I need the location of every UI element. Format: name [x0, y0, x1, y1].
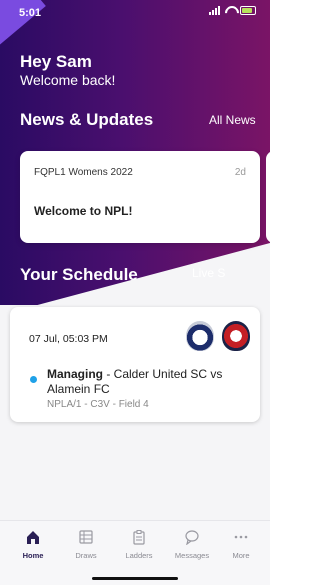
draws-icon — [59, 529, 113, 547]
schedule-section-title: Your Schedule — [20, 265, 138, 284]
tab-draws-label: Draws — [75, 551, 97, 560]
news-card-headline: Welcome to NPL! — [34, 204, 133, 218]
wifi-icon — [224, 6, 236, 15]
tab-more[interactable]: More — [214, 529, 268, 560]
greeting-title: Hey Sam — [20, 52, 92, 71]
match-summary: Managing - Calder United SC vs Alamein F… — [47, 367, 223, 396]
tab-messages-label: Messages — [174, 551, 210, 560]
home-team-crest-icon — [186, 321, 214, 351]
live-scores-link[interactable]: Live S — [192, 266, 270, 278]
home-icon — [6, 529, 60, 547]
news-card-category: FQPL1 Womens 2022 — [34, 167, 133, 178]
tab-home-label: Home — [22, 551, 44, 560]
status-dot-icon — [30, 376, 37, 383]
home-indicator[interactable] — [92, 577, 178, 580]
signal-icon — [209, 6, 220, 15]
tab-more-label: More — [232, 551, 250, 560]
status-time: 5:01 — [19, 7, 42, 19]
news-section-title: News & Updates — [20, 110, 154, 129]
more-icon — [214, 529, 268, 547]
ladders-icon — [112, 529, 166, 547]
status-icons — [209, 6, 256, 15]
all-news-link[interactable]: All News — [209, 113, 256, 127]
news-card-age: 2d — [234, 167, 246, 178]
status-bar: 5:01 — [0, 0, 270, 28]
match-details: NPLA/1 - C3V - Field 4 — [47, 399, 149, 410]
battery-icon — [240, 6, 256, 15]
greeting: Hey Sam Welcome back! — [20, 52, 115, 89]
match-role: Managing — [47, 367, 103, 381]
away-team-crest-icon — [222, 321, 250, 351]
tab-ladders[interactable]: Ladders — [112, 529, 166, 560]
messages-icon — [165, 529, 219, 547]
news-card[interactable]: FQPL1 Womens 2022 2d Welcome to NPL! — [20, 151, 260, 243]
news-card-next[interactable] — [266, 151, 270, 243]
tab-messages[interactable]: Messages — [165, 529, 219, 560]
app-screen: 5:01 Hey Sam Welcome back! News & Update… — [0, 0, 270, 585]
tab-ladders-label: Ladders — [125, 551, 153, 560]
tab-home[interactable]: Home — [6, 529, 60, 560]
greeting-subtitle: Welcome back! — [20, 72, 116, 88]
schedule-card[interactable]: 07 Jul, 05:03 PM Managing - Calder Unite… — [10, 307, 260, 422]
tab-bar: Home Draws Ladders Messages More — [0, 520, 270, 585]
match-datetime: 07 Jul, 05:03 PM — [29, 333, 108, 345]
tab-draws[interactable]: Draws — [59, 529, 113, 560]
